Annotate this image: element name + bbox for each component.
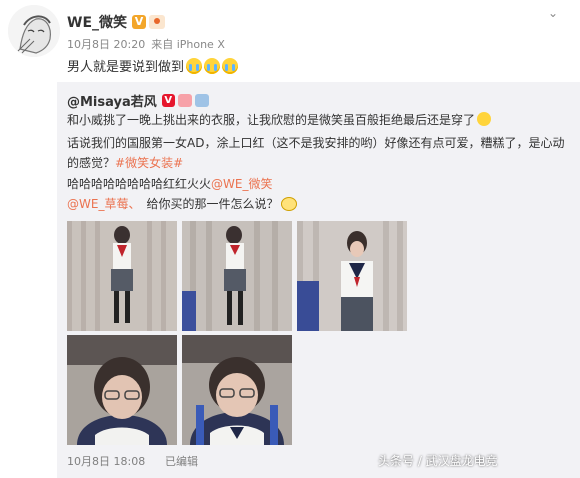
repost-text-line-5: @WE_草莓、 给你买的那一件怎么说？ bbox=[67, 196, 298, 212]
original-author[interactable]: @Misaya若风 V bbox=[67, 91, 209, 110]
repost-text-line-4: 哈哈哈哈哈哈哈哈红红火火@WE_微笑 bbox=[67, 176, 272, 192]
glasses-emoji-icon bbox=[281, 197, 298, 211]
watermark: 头条号 / 武汉盘龙电竞 bbox=[378, 454, 498, 468]
crying-emoji-icon bbox=[186, 57, 203, 74]
post-time[interactable]: 10月8日 20:20 bbox=[67, 38, 145, 51]
repost-text-line-3-content: 的感觉？ bbox=[67, 156, 116, 170]
photo-thumbnail[interactable] bbox=[297, 221, 407, 331]
verified-badge-icon: V bbox=[132, 15, 147, 29]
tool-badge-icon bbox=[194, 94, 209, 107]
repost-text-line-5-content: 给你买的那一件怎么说？ bbox=[146, 197, 279, 211]
repost-text-line-3: 的感觉？#微笑女装# bbox=[67, 155, 183, 171]
hashtag-link[interactable]: #微笑女装# bbox=[115, 156, 183, 170]
photo-thumbnail[interactable] bbox=[67, 335, 177, 445]
repost-text-line-4-content: 哈哈哈哈哈哈哈哈红红火火 bbox=[67, 177, 212, 191]
photo-thumbnail[interactable] bbox=[182, 221, 292, 331]
post-text-content: 男人就是要说到做到 bbox=[67, 60, 185, 75]
member-badge-icon bbox=[177, 94, 192, 107]
repost-text-line-2: 话说我们的国服第一女AD，涂上口红（这不是我安排的哟）好像还有点可爱，糟糕了，是… bbox=[67, 136, 565, 150]
crying-emoji-icon bbox=[222, 57, 239, 74]
level-badge-icon bbox=[149, 15, 166, 29]
repost-text-line-1: 和小威挑了一晚上挑出来的衣服，让我欣慰的是微笑虽百般拒绝最后还是穿了 bbox=[67, 112, 492, 128]
mention-link-caomei[interactable]: @WE_草莓、 bbox=[67, 197, 140, 211]
post-meta: 10月8日 20:20 来自 iPhone X bbox=[67, 36, 231, 52]
edited-label: 已编辑 bbox=[165, 455, 198, 468]
poster-name[interactable]: WE_微笑 V bbox=[67, 12, 166, 32]
post-text: 男人就是要说到做到 bbox=[67, 56, 239, 75]
mention-link-weixiao[interactable]: @WE_微笑 bbox=[211, 177, 272, 191]
poster-name-label[interactable]: WE_微笑 bbox=[67, 12, 127, 32]
repost-text-line-1-content: 和小威挑了一晚上挑出来的衣服，让我欣慰的是微笑虽百般拒绝最后还是穿了 bbox=[67, 113, 476, 127]
original-author-name[interactable]: @Misaya若风 bbox=[67, 91, 157, 110]
avatar[interactable] bbox=[8, 5, 60, 57]
chevron-down-icon[interactable]: ⌄ bbox=[546, 6, 560, 20]
photo-thumbnail[interactable] bbox=[67, 221, 177, 331]
cute-face-emoji-icon bbox=[477, 112, 492, 126]
post-source: 来自 iPhone X bbox=[151, 38, 225, 51]
photo-thumbnail[interactable] bbox=[182, 335, 292, 445]
crying-emoji-icon bbox=[204, 57, 221, 74]
verified-badge-icon: V bbox=[161, 94, 175, 107]
repost-time[interactable]: 10月8日 18:08 bbox=[67, 453, 145, 469]
